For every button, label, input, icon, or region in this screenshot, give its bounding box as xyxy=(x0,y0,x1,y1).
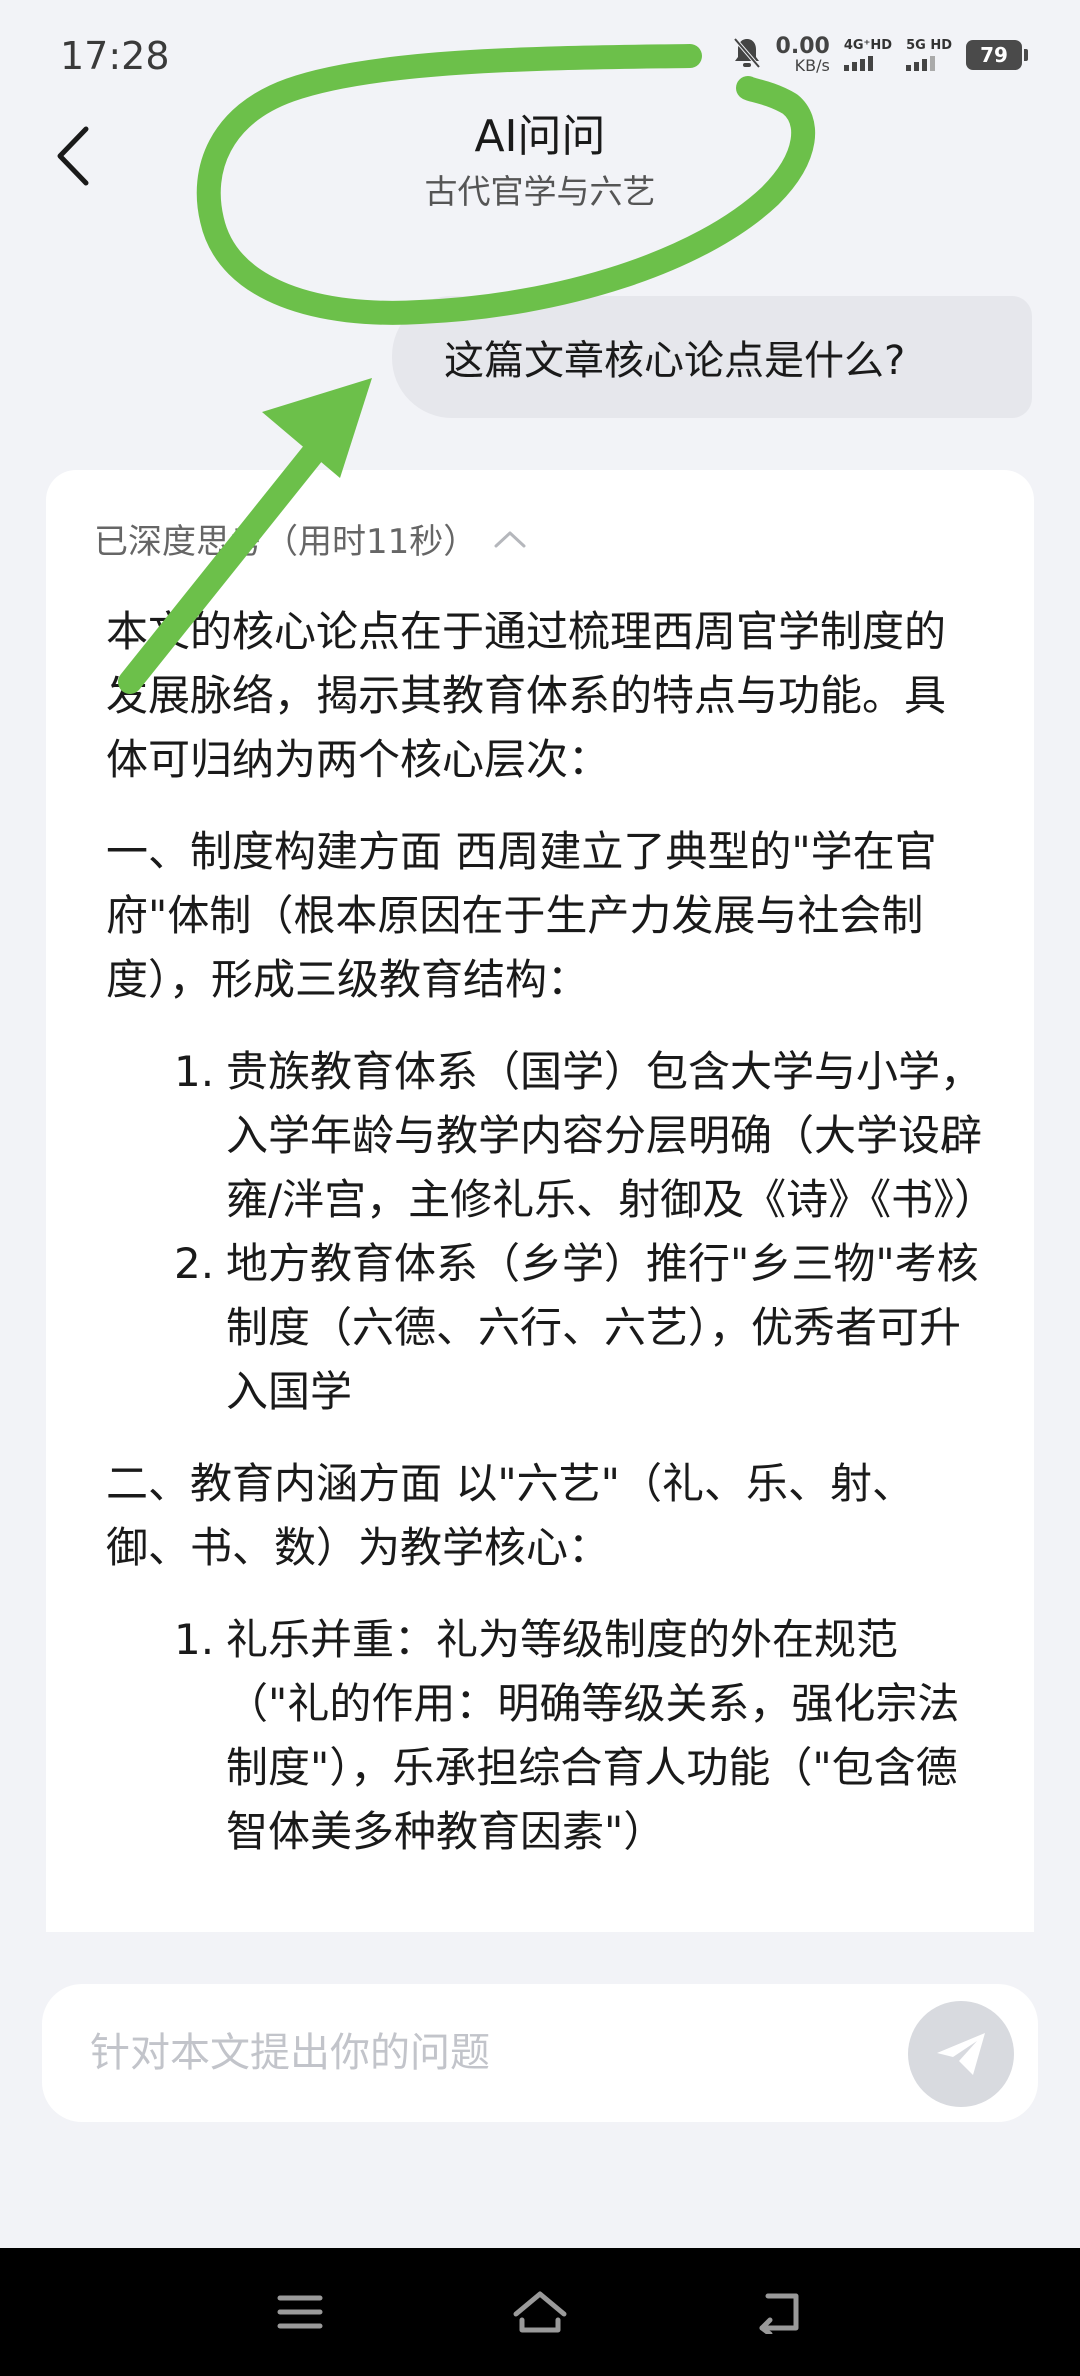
list-item-number: 1. xyxy=(174,1615,215,1664)
question-input-container xyxy=(42,1984,1038,2122)
answer-section-1: 一、制度构建方面 西周建立了典型的"学在官府"体制（根本原因在于生产力发展与社会… xyxy=(106,827,937,1004)
list-item: 2. 地方教育体系（乡学）推行"乡三物"考核制度（六德、六行、六艺），优秀者可升… xyxy=(174,1232,986,1424)
battery-indicator: 79 xyxy=(966,40,1028,70)
signal-5g-label: 5G HD xyxy=(906,38,952,53)
question-input[interactable] xyxy=(90,1984,890,2122)
nav-home-button[interactable] xyxy=(500,2276,580,2348)
page-subtitle: 古代官学与六艺 xyxy=(424,172,656,211)
list-item-text: 贵族教育体系（国学）包含大学与小学，入学年龄与教学内容分层明确（大学设辟雍/泮宫… xyxy=(226,1047,997,1224)
bell-off-icon xyxy=(732,36,762,74)
app-screen: 17:28 0.00 KB/s 4G⁺HD 5G HD 79 AI问问 古代官学… xyxy=(0,0,1080,2376)
signal-4g: 4G⁺HD xyxy=(843,38,893,71)
list-item-text: 地方教育体系（乡学）推行"乡三物"考核制度（六德、六行、六艺），优秀者可升入国学 xyxy=(226,1239,979,1416)
user-message-text: 这篇文章核心论点是什么? xyxy=(444,338,906,384)
signal-bars-icon xyxy=(843,55,873,71)
return-icon xyxy=(759,2293,799,2334)
answer-section-2: 二、教育内涵方面 以"六艺"（礼、乐、射、御、书、数）为教学核心： xyxy=(106,1459,914,1572)
list-item-number: 1. xyxy=(174,1047,215,1096)
signal-4g-label: 4G⁺HD xyxy=(843,38,893,53)
thinking-toggle[interactable]: 已深度思考（用时11秒） xyxy=(94,514,527,563)
status-icons: 0.00 KB/s 4G⁺HD 5G HD 79 xyxy=(732,36,1028,74)
list-item-text: 礼乐并重：礼为等级制度的外在规范（"礼的作用：明确等级关系，强化宗法制度"），乐… xyxy=(226,1615,960,1856)
home-icon xyxy=(513,2291,567,2333)
list-item-number: 2. xyxy=(174,1239,215,1288)
network-speed-value: 0.00 xyxy=(775,34,830,59)
answer-intro: 本文的核心论点在于通过梳理西周官学制度的发展脉络，揭示其教育体系的特点与功能。具… xyxy=(106,607,947,784)
answer-body: 本文的核心论点在于通过梳理西周官学制度的发展脉络，揭示其教育体系的特点与功能。具… xyxy=(106,600,996,1892)
menu-icon xyxy=(277,2295,323,2329)
network-speed: 0.00 KB/s xyxy=(776,36,830,74)
nav-back-button[interactable] xyxy=(740,2276,820,2348)
answer-card: 已深度思考（用时11秒） 本文的核心论点在于通过梳理西周官学制度的发展脉络，揭示… xyxy=(46,470,1034,1932)
list-item: 1. 贵族教育体系（国学）包含大学与小学，入学年龄与教学内容分层明确（大学设辟雍… xyxy=(174,1040,996,1232)
system-nav-bar xyxy=(0,2248,1080,2376)
status-time: 17:28 xyxy=(60,34,170,78)
section-2-list: 1. 礼乐并重：礼为等级制度的外在规范（"礼的作用：明确等级关系，强化宗法制度"… xyxy=(106,1608,986,1864)
network-speed-unit: KB/s xyxy=(794,56,830,75)
nav-menu-button[interactable] xyxy=(260,2276,340,2348)
thinking-label: 已深度思考（用时11秒） xyxy=(94,522,478,562)
user-message-bubble: 这篇文章核心论点是什么? xyxy=(392,296,1032,418)
signal-5g: 5G HD xyxy=(906,39,952,71)
chevron-up-icon xyxy=(494,531,526,547)
send-button[interactable] xyxy=(908,2001,1014,2107)
annotation-arrow-head xyxy=(262,378,372,478)
list-item: 1. 礼乐并重：礼为等级制度的外在规范（"礼的作用：明确等级关系，强化宗法制度"… xyxy=(174,1608,986,1864)
signal-bars-icon xyxy=(906,55,936,71)
status-bar: 17:28 0.00 KB/s 4G⁺HD 5G HD 79 xyxy=(0,0,1080,115)
paper-plane-icon xyxy=(937,2033,985,2075)
section-1-list: 1. 贵族教育体系（国学）包含大学与小学，入学年龄与教学内容分层明确（大学设辟雍… xyxy=(106,1040,996,1424)
page-title: AI问问 xyxy=(474,111,606,162)
